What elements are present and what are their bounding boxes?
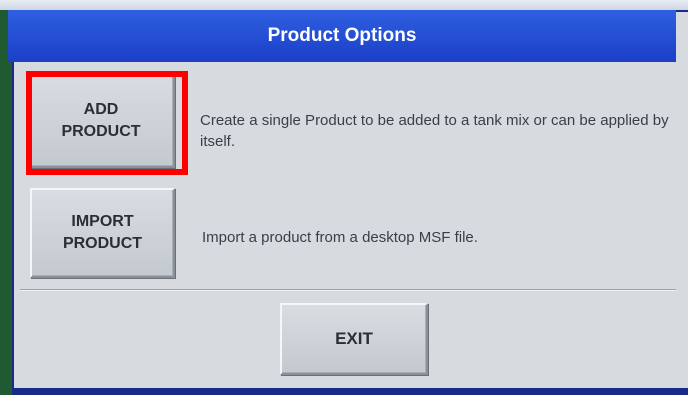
title-bar: Product Options [8,10,676,62]
screen-bottom-border [12,388,688,395]
add-product-description: Create a single Product to be added to a… [200,112,669,150]
import-product-button[interactable]: IMPORT PRODUCT [30,188,175,278]
exit-button[interactable]: EXIT [280,303,428,375]
window-top-strip [0,0,688,10]
add-product-button[interactable]: ADD PRODUCT [27,73,175,168]
import-product-description: Import a product from a desktop MSF file… [202,229,478,246]
page-title: Product Options [267,25,417,46]
device-bezel [0,10,12,395]
divider [20,289,676,291]
